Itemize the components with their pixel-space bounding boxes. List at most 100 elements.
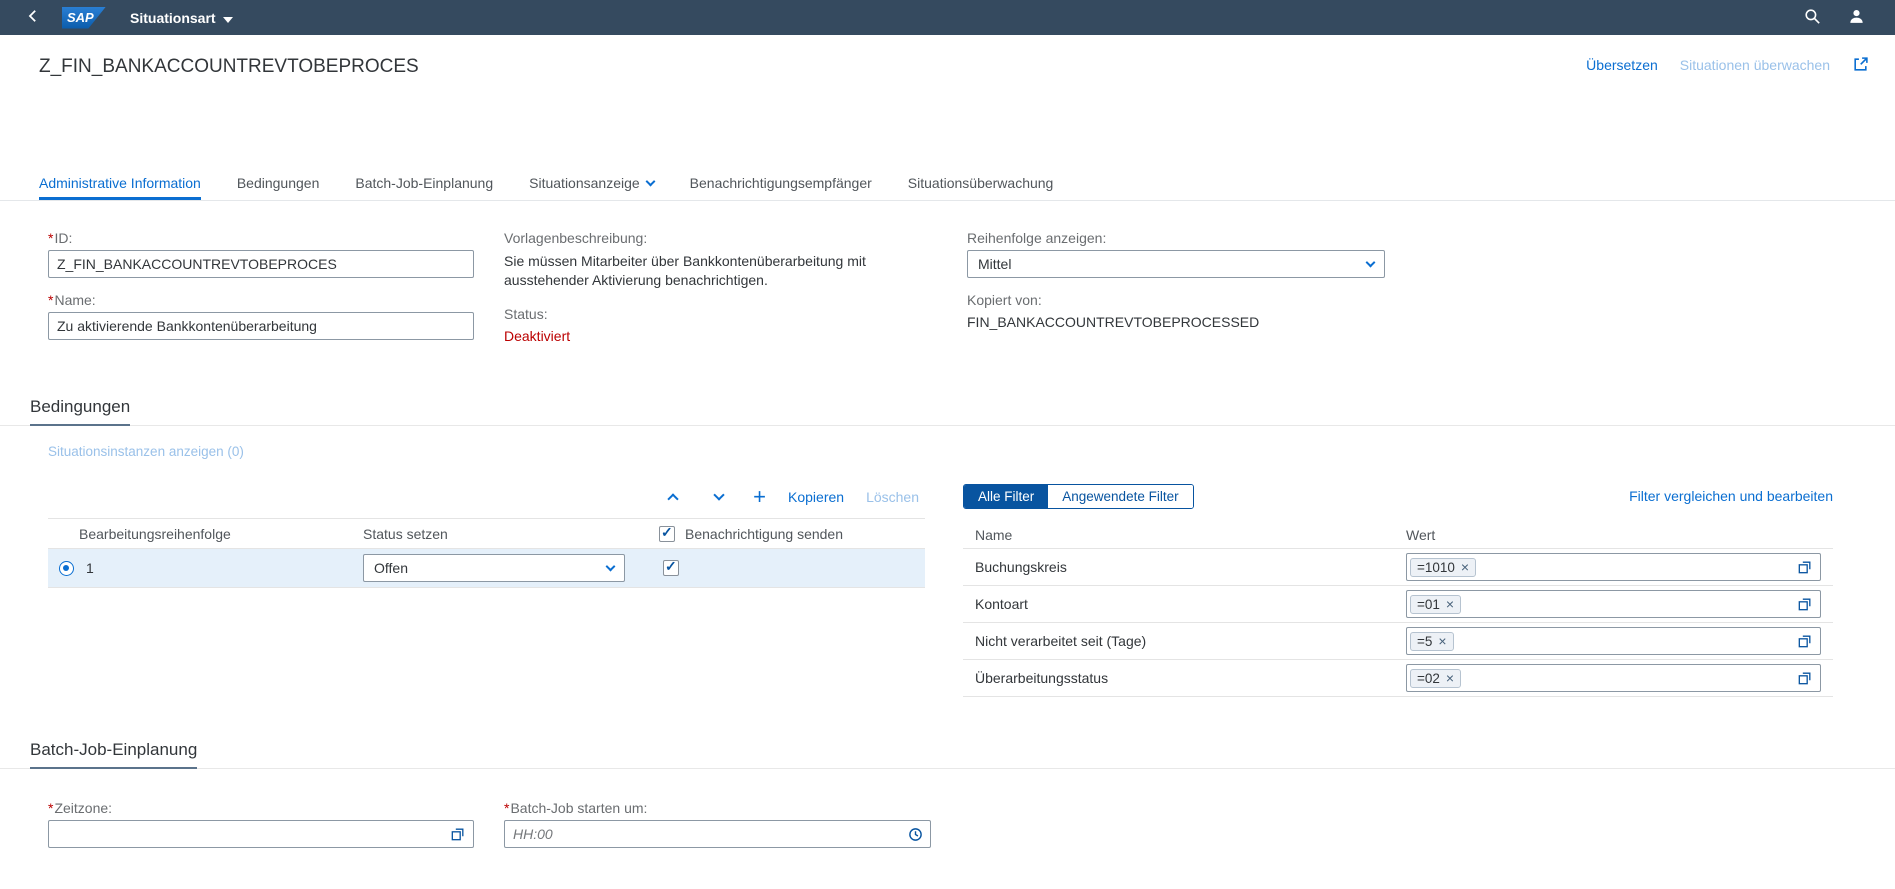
filter-token: =1010 × bbox=[1410, 558, 1476, 577]
filter-name: Überarbeitungsstatus bbox=[963, 670, 1406, 686]
conditions-section-header: Bedingungen bbox=[0, 393, 1895, 426]
tab-bedingungen[interactable]: Bedingungen bbox=[237, 166, 320, 200]
open-in-new-icon[interactable] bbox=[1852, 56, 1869, 73]
column-header-notify: Benachrichtigung senden bbox=[659, 526, 925, 542]
display-order-value: Mittel bbox=[978, 256, 1011, 272]
column-header-status: Status setzen bbox=[363, 526, 659, 542]
table-row: Kontoart =01 × bbox=[963, 586, 1833, 623]
delete-button[interactable]: Löschen bbox=[866, 489, 919, 505]
filter-segmented-control: Alle Filter Angewendete Filter bbox=[963, 484, 1194, 509]
tab-situationsanzeige[interactable]: Situationsanzeige bbox=[529, 166, 654, 200]
token-text: =02 bbox=[1417, 671, 1440, 686]
compare-edit-filters-link[interactable]: Filter vergleichen und bearbeiten bbox=[1629, 488, 1833, 504]
conditions-panel: + Kopieren Löschen Bearbeitungsreihenfol… bbox=[48, 482, 925, 588]
tab-benachrichtigungsempfaenger[interactable]: Benachrichtigungsempfänger bbox=[690, 166, 872, 200]
filter-name: Kontoart bbox=[963, 596, 1406, 612]
timezone-field[interactable] bbox=[48, 820, 474, 848]
tab-situationsueberwachung[interactable]: Situationsüberwachung bbox=[908, 166, 1054, 200]
all-filters-segment[interactable]: Alle Filter bbox=[964, 485, 1048, 508]
conditions-toolbar: + Kopieren Löschen bbox=[48, 482, 925, 512]
time-picker-icon[interactable] bbox=[908, 827, 923, 842]
person-icon bbox=[1848, 8, 1865, 28]
anchor-tab-bar: Administrative Information Bedingungen B… bbox=[0, 166, 1895, 201]
back-button[interactable] bbox=[20, 5, 46, 31]
app-title: Situationsart bbox=[130, 10, 216, 26]
id-label: ID: bbox=[48, 230, 474, 246]
filter-value-input[interactable]: =02 × bbox=[1406, 664, 1821, 692]
display-order-label: Reihenfolge anzeigen: bbox=[967, 230, 1385, 246]
monitor-situations-link[interactable]: Situationen überwachen bbox=[1680, 57, 1830, 73]
applied-filters-segment[interactable]: Angewendete Filter bbox=[1048, 485, 1192, 508]
chevron-down-icon bbox=[645, 176, 655, 186]
table-row[interactable]: 1 Offen bbox=[48, 549, 925, 588]
app-title-menu[interactable]: Situationsart bbox=[130, 10, 233, 26]
batch-start-field[interactable] bbox=[504, 820, 931, 848]
search-icon bbox=[1804, 8, 1821, 28]
remove-token-icon[interactable]: × bbox=[1461, 560, 1469, 574]
column-header-order: Bearbeitungsreihenfolge bbox=[48, 526, 363, 542]
filter-token: =02 × bbox=[1410, 669, 1461, 688]
value-help-icon[interactable] bbox=[1798, 597, 1812, 611]
translate-link[interactable]: Übersetzen bbox=[1586, 57, 1658, 73]
column-header-value: Wert bbox=[1406, 527, 1833, 543]
column-header-notify-label: Benachrichtigung senden bbox=[685, 526, 843, 542]
filter-value-input[interactable]: =1010 × bbox=[1406, 553, 1821, 581]
filter-panel: Alle Filter Angewendete Filter Filter ve… bbox=[963, 483, 1833, 697]
batch-start-label: Batch-Job starten um: bbox=[504, 800, 931, 816]
sap-logo: SAP bbox=[62, 7, 106, 29]
value-help-icon[interactable] bbox=[451, 827, 465, 841]
profile-button[interactable] bbox=[1843, 5, 1869, 31]
value-help-icon[interactable] bbox=[1798, 671, 1812, 685]
copy-button[interactable]: Kopieren bbox=[788, 489, 844, 505]
filter-value-input[interactable]: =5 × bbox=[1406, 627, 1821, 655]
move-down-button[interactable] bbox=[707, 485, 731, 509]
shell-actions bbox=[1799, 5, 1869, 31]
status-label: Status: bbox=[504, 306, 936, 322]
name-label: Name: bbox=[48, 292, 474, 308]
filter-token: =5 × bbox=[1410, 632, 1454, 651]
form-column-id-name: ID: Name: bbox=[48, 230, 474, 354]
display-order-select[interactable]: Mittel bbox=[967, 250, 1385, 278]
back-icon bbox=[26, 9, 40, 26]
template-description-label: Vorlagenbeschreibung: bbox=[504, 230, 936, 246]
name-field[interactable] bbox=[48, 312, 474, 340]
filter-value-input[interactable]: =01 × bbox=[1406, 590, 1821, 618]
status-value: Deaktiviert bbox=[504, 328, 936, 344]
row-select-radio[interactable] bbox=[59, 561, 74, 576]
token-text: =1010 bbox=[1417, 560, 1455, 575]
row-status-value: Offen bbox=[374, 560, 408, 576]
row-notify-checkbox[interactable] bbox=[663, 560, 679, 576]
chevron-down-icon bbox=[223, 10, 233, 26]
value-help-icon[interactable] bbox=[1798, 560, 1812, 574]
column-header-name: Name bbox=[963, 527, 1406, 543]
page-title: Z_FIN_BANKACCOUNTREVTOBEPROCES bbox=[39, 56, 419, 78]
header-actions: Übersetzen Situationen überwachen bbox=[1586, 56, 1869, 73]
remove-token-icon[interactable]: × bbox=[1446, 597, 1454, 611]
id-field[interactable] bbox=[48, 250, 474, 278]
table-row: Überarbeitungsstatus =02 × bbox=[963, 660, 1833, 697]
batch-section-title: Batch-Job-Einplanung bbox=[30, 740, 197, 769]
row-status-select[interactable]: Offen bbox=[363, 554, 625, 582]
filter-value-cell: =5 × bbox=[1406, 627, 1833, 655]
chevron-down-icon bbox=[1366, 257, 1376, 267]
shell-bar: SAP Situationsart bbox=[0, 0, 1895, 35]
notify-all-checkbox[interactable] bbox=[659, 526, 675, 542]
value-help-icon[interactable] bbox=[1798, 634, 1812, 648]
form-column-order-copied: Reihenfolge anzeigen: Mittel Kopiert von… bbox=[967, 230, 1385, 330]
chevron-down-icon bbox=[713, 489, 724, 500]
remove-token-icon[interactable]: × bbox=[1438, 634, 1446, 648]
tab-administrative-information[interactable]: Administrative Information bbox=[39, 166, 201, 200]
remove-token-icon[interactable]: × bbox=[1446, 671, 1454, 685]
filter-name: Buchungskreis bbox=[963, 559, 1406, 575]
situation-instances-link[interactable]: Situationsinstanzen anzeigen (0) bbox=[48, 444, 244, 459]
add-condition-button[interactable]: + bbox=[753, 486, 766, 508]
token-text: =5 bbox=[1417, 634, 1432, 649]
row-status-cell: Offen bbox=[363, 554, 659, 582]
row-notify-cell bbox=[659, 560, 925, 576]
filter-value-cell: =01 × bbox=[1406, 590, 1833, 618]
tab-batch-job-einplanung[interactable]: Batch-Job-Einplanung bbox=[355, 166, 493, 200]
search-button[interactable] bbox=[1799, 5, 1825, 31]
move-up-button[interactable] bbox=[661, 485, 685, 509]
filter-toolbar: Alle Filter Angewendete Filter Filter ve… bbox=[963, 483, 1833, 509]
table-row: Buchungskreis =1010 × bbox=[963, 549, 1833, 586]
